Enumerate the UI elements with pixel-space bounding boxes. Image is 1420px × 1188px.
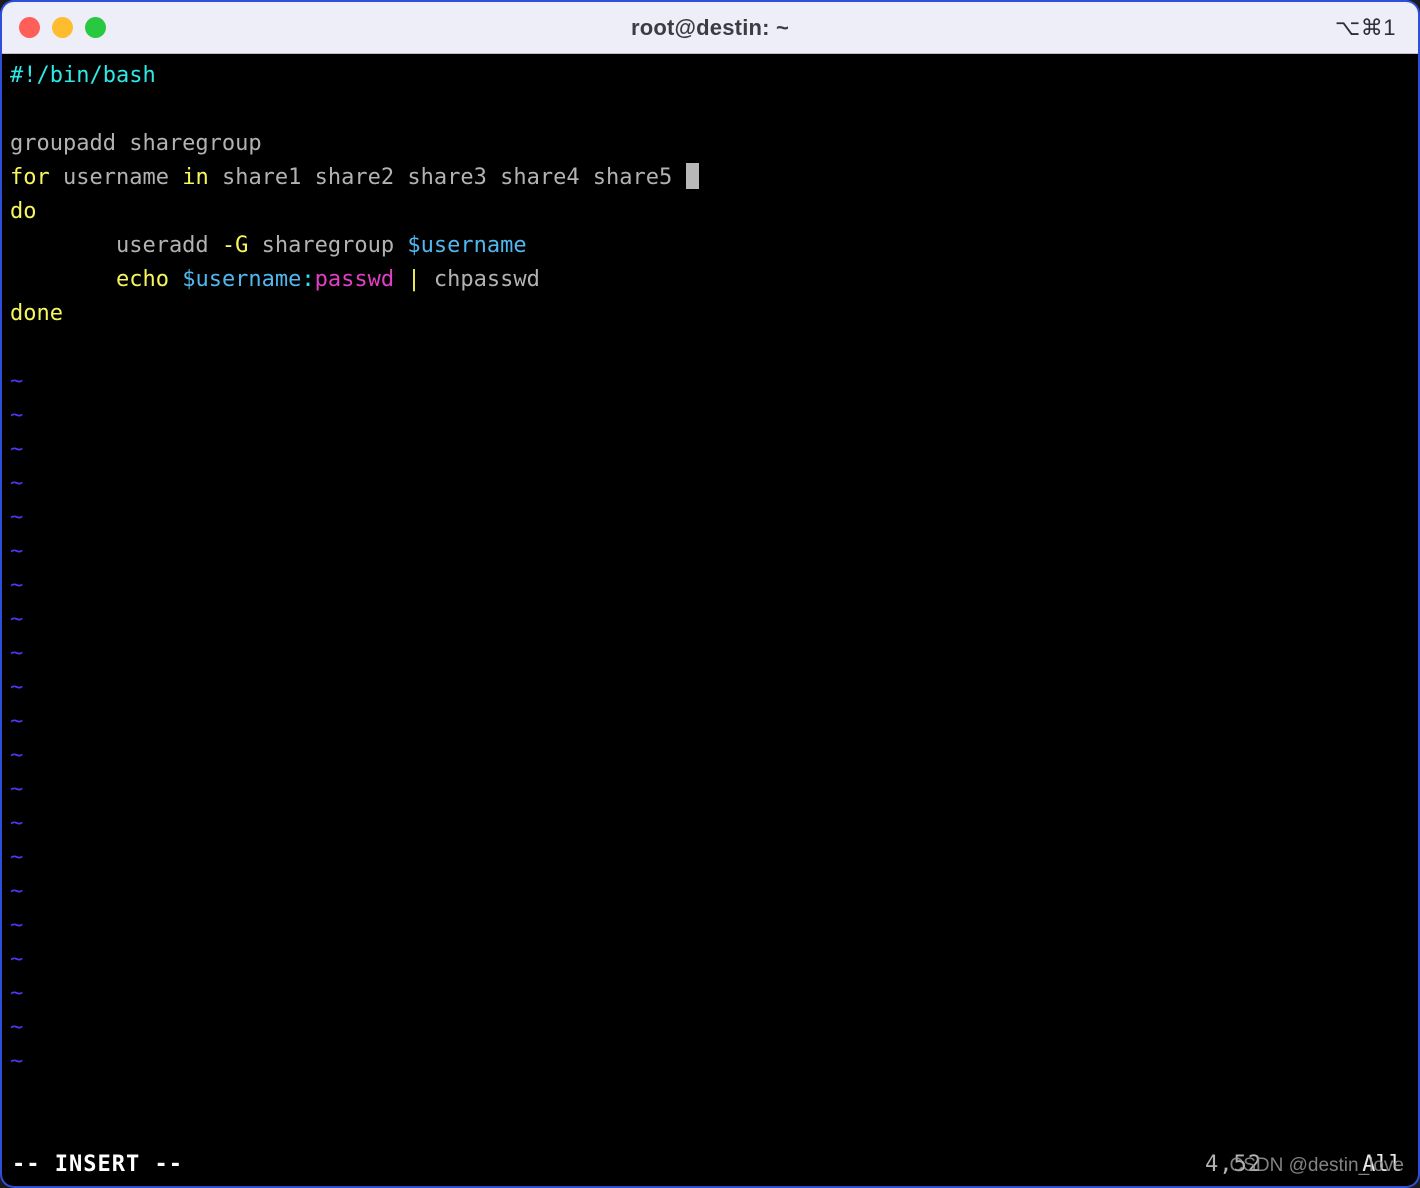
code-token: share1 share2 share3 share4 share5 xyxy=(208,165,686,190)
code-line: useradd -G sharegroup $username xyxy=(10,229,1418,263)
code-token: passwd xyxy=(314,267,395,292)
empty-line-marker: ~ xyxy=(10,947,24,972)
empty-line-marker: ~ xyxy=(10,879,24,904)
empty-line-marker: ~ xyxy=(10,709,24,734)
empty-line-marker: ~ xyxy=(10,539,24,564)
code-token: sharegroup xyxy=(248,233,408,258)
empty-line-marker: ~ xyxy=(10,471,24,496)
window-title: root@destin: ~ xyxy=(630,14,790,40)
terminal-body[interactable]: #!/bin/bash groupadd sharegroup for usern… xyxy=(2,54,1418,1186)
empty-line-marker: ~ xyxy=(10,403,24,428)
code-token: username xyxy=(49,165,183,190)
code-token: done xyxy=(10,301,63,326)
empty-line-marker: ~ xyxy=(10,505,24,530)
window-titlebar[interactable]: root@destin: ~ ⌥⌘1 xyxy=(2,2,1418,54)
code-token: -G xyxy=(221,233,249,258)
empty-line-marker: ~ xyxy=(10,1049,24,1074)
code-line: groupadd sharegroup xyxy=(10,127,1418,161)
vim-cursor-position: 4,52 xyxy=(1205,1151,1262,1177)
empty-line-marker: ~ xyxy=(10,845,24,870)
empty-line-marker: ~ xyxy=(10,913,24,938)
code-token: | xyxy=(407,267,421,292)
code-line: for username in share1 share2 share3 sha… xyxy=(10,161,1418,195)
zoom-button[interactable] xyxy=(85,17,106,38)
keyboard-shortcut-hint: ⌥⌘1 xyxy=(1334,14,1396,40)
empty-line-marker: ~ xyxy=(10,675,24,700)
empty-line-marker: ~ xyxy=(10,811,24,836)
code-token: : xyxy=(301,267,315,292)
code-token: echo xyxy=(115,267,169,292)
terminal-window: root@destin: ~ ⌥⌘1 #!/bin/bash groupadd … xyxy=(0,0,1420,1188)
empty-line-marker: ~ xyxy=(10,1015,24,1040)
code-token: do xyxy=(10,199,37,224)
code-line: done xyxy=(10,297,1418,331)
text-cursor xyxy=(685,163,699,189)
empty-line-marker: ~ xyxy=(10,777,24,802)
traffic-light-group xyxy=(19,17,106,38)
empty-line-marker: ~ xyxy=(10,607,24,632)
empty-line-marker: ~ xyxy=(10,573,24,598)
vim-scroll-indicator: All xyxy=(1362,1151,1402,1177)
code-line: do xyxy=(10,195,1418,229)
code-token: useradd xyxy=(10,233,222,258)
code-line: echo $username:passwd | chpasswd xyxy=(10,263,1418,297)
code-line: #!/bin/bash xyxy=(10,59,1418,93)
empty-line-marker: ~ xyxy=(10,369,24,394)
code-token: $username xyxy=(182,267,302,292)
code-token: chpasswd xyxy=(420,267,540,292)
empty-line-marker: ~ xyxy=(10,981,24,1006)
empty-line-marker: ~ xyxy=(10,437,24,462)
vim-statusline: -- INSERT -- 4,52 All xyxy=(2,1142,1418,1186)
code-token: $username xyxy=(407,233,527,258)
vim-mode-indicator: -- INSERT -- xyxy=(12,1151,183,1177)
code-token: groupadd sharegroup xyxy=(10,131,262,156)
code-token: in xyxy=(182,165,209,190)
empty-line-marker: ~ xyxy=(10,641,24,666)
minimize-button[interactable] xyxy=(52,17,73,38)
vim-editor-buffer[interactable]: #!/bin/bash groupadd sharegroup for usern… xyxy=(2,54,1418,1142)
code-token: for xyxy=(10,165,50,190)
code-token: #!/bin/bash xyxy=(10,63,156,88)
empty-line-marker: ~ xyxy=(10,743,24,768)
close-button[interactable] xyxy=(19,17,40,38)
